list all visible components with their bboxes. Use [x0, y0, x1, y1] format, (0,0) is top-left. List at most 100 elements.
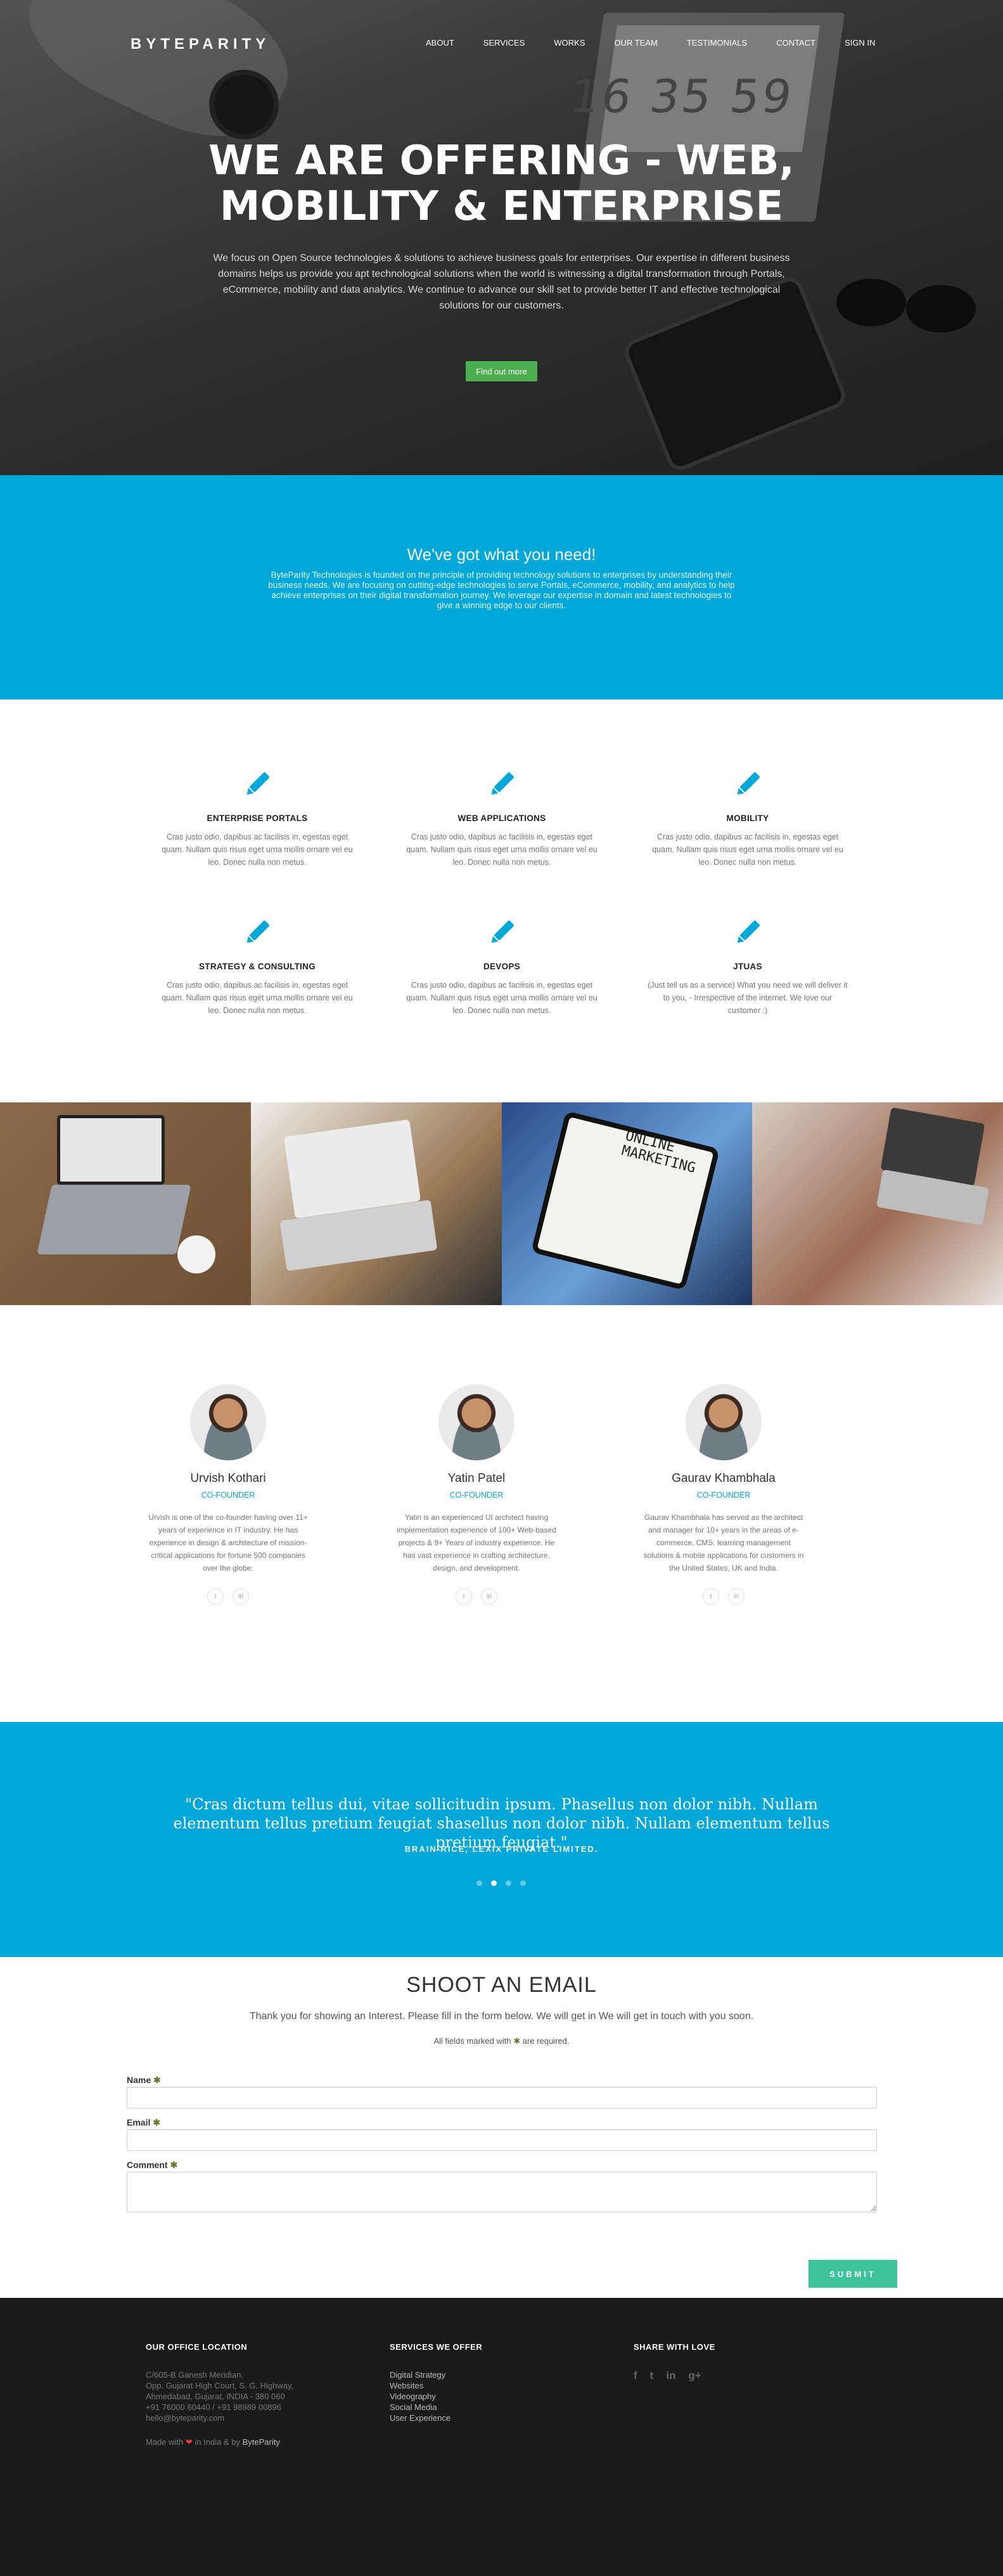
- laptop-keyboard-shape: [37, 1185, 191, 1254]
- service-item: STRATEGY & CONSULTING Cras justo odio, d…: [156, 917, 359, 1017]
- member-name: Gaurav Khambhala: [672, 1472, 776, 1485]
- pencil-icon: [246, 772, 269, 795]
- slide-dot-2[interactable]: [491, 1880, 497, 1886]
- slide-dot-4[interactable]: [520, 1880, 526, 1886]
- pencil-icon: [246, 921, 269, 943]
- nav-link-works[interactable]: WORKS: [554, 38, 585, 48]
- email-label: Email ✱: [127, 2117, 160, 2128]
- heart-icon: ❤: [185, 2437, 193, 2447]
- member-name: Urvish Kothari: [190, 1472, 266, 1485]
- twitter-icon[interactable]: t: [650, 2369, 654, 2382]
- service-title: DEVOPS: [483, 962, 521, 971]
- nav-link-services[interactable]: SERVICES: [483, 38, 525, 48]
- contact-section: SHOOT AN EMAIL Thank you for showing an …: [0, 1957, 1003, 2299]
- site-logo[interactable]: BYTEPARITY: [131, 35, 270, 53]
- twitter-icon[interactable]: t: [456, 1588, 472, 1605]
- member-bio: Gaurav Khambhala has served as the archi…: [643, 1513, 804, 1572]
- about-title: We've got what you need!: [407, 545, 596, 564]
- service-text: Cras justo odio, dapibus ac facilisis in…: [652, 832, 843, 867]
- service-text: Cras justo odio, dapibus ac facilisis in…: [162, 832, 353, 867]
- service-item: JTUAS (Just tell us as a service) What y…: [646, 917, 849, 1017]
- twitter-icon[interactable]: t: [207, 1588, 224, 1605]
- work-photo-laptop-desk[interactable]: [0, 1102, 251, 1305]
- name-field[interactable]: [127, 2087, 877, 2108]
- linkedin-icon[interactable]: in: [728, 1588, 744, 1605]
- pencil-icon: [491, 921, 514, 943]
- service-title: WEB APPLICATIONS: [457, 813, 546, 823]
- nav-link-about[interactable]: ABOUT: [426, 38, 454, 48]
- footer-service-link[interactable]: User Experience: [390, 2413, 482, 2423]
- laptop-screen-shape: [57, 1115, 165, 1185]
- slide-dot-3[interactable]: [506, 1880, 511, 1886]
- avatar: [438, 1384, 514, 1460]
- about-section: We've got what you need! ByteParity Tech…: [0, 475, 1003, 699]
- brand-link[interactable]: ByteParity: [243, 2437, 280, 2447]
- facebook-icon[interactable]: f: [634, 2369, 637, 2382]
- find-out-more-button[interactable]: Find out more: [466, 361, 537, 381]
- office-title: OUR OFFICE LOCATION: [146, 2342, 248, 2352]
- nav-link-sign-in[interactable]: SIGN IN: [845, 38, 875, 48]
- coffee-cup-shape: [177, 1235, 215, 1273]
- service-item: DEVOPS Cras justo odio, dapibus ac facil…: [400, 917, 603, 1017]
- work-photo-woman-laptop[interactable]: [752, 1102, 1003, 1305]
- required-star-icon: ✱: [153, 2075, 161, 2085]
- work-photo-online-marketing[interactable]: ONLINE MARKETING: [501, 1102, 753, 1305]
- works-photo-strip: ONLINE MARKETING: [0, 1102, 1003, 1305]
- share-icons: f t in g+: [634, 2369, 715, 2382]
- team-member: Urvish Kothari CO-FOUNDER Urvish is one …: [146, 1384, 310, 1605]
- services-title: SERVICES WE OFFER: [390, 2342, 483, 2352]
- member-socials: t in: [641, 1588, 806, 1605]
- footer-service-link[interactable]: Digital Strategy: [390, 2369, 482, 2380]
- member-role: CO-FOUNDER: [449, 1491, 504, 1500]
- footer-service-link[interactable]: Videography: [390, 2391, 482, 2402]
- member-role: CO-FOUNDER: [696, 1491, 751, 1500]
- required-star-icon: ✱: [170, 2160, 178, 2170]
- pencil-icon: [737, 772, 760, 795]
- comment-field[interactable]: [127, 2172, 877, 2212]
- required-star-icon: ✱: [513, 2036, 521, 2046]
- required-note-prefix: All fields marked with: [433, 2036, 511, 2046]
- required-star-icon: ✱: [153, 2117, 160, 2127]
- service-title: MOBILITY: [726, 813, 769, 823]
- nav-link-contact[interactable]: CONTACT: [776, 38, 815, 48]
- address-line: Opp. Gujarat High Court, S. G. Highway,: [146, 2381, 294, 2390]
- linkedin-icon[interactable]: in: [233, 1588, 249, 1605]
- member-socials: t in: [394, 1588, 559, 1605]
- share-column: SHARE WITH LOVE f t in g+: [634, 2342, 715, 2382]
- footer-service-link[interactable]: Websites: [390, 2380, 482, 2391]
- service-title: JTUAS: [733, 962, 762, 971]
- pencil-icon: [737, 921, 760, 943]
- email-field[interactable]: [127, 2129, 877, 2151]
- address-line: Ahmedabad, Gujarat, INDIA - 380 060: [146, 2392, 285, 2401]
- service-item: WEB APPLICATIONS Cras justo odio, dapibu…: [400, 769, 603, 869]
- member-name: Yatin Patel: [447, 1472, 506, 1485]
- nav-link-our-team[interactable]: OUR TEAM: [614, 38, 657, 48]
- twitter-icon[interactable]: t: [703, 1588, 719, 1605]
- service-title: ENTERPRISE PORTALS: [207, 813, 308, 823]
- share-title: SHARE WITH LOVE: [634, 2342, 715, 2352]
- hero-section: 16 35 59 BYTEPARITY ABOUT SERVICES WORKS…: [0, 0, 1003, 475]
- linkedin-icon[interactable]: in: [481, 1588, 497, 1605]
- footer-service-link[interactable]: Social Media: [390, 2402, 482, 2413]
- pencil-icon: [491, 772, 514, 795]
- contact-subtitle: Thank you for showing an Interest. Pleas…: [249, 2011, 754, 2022]
- phone-line: +91 76000 60440 / +91 98989 00896: [146, 2402, 281, 2412]
- linkedin-icon[interactable]: in: [666, 2369, 675, 2382]
- email-link[interactable]: hello@byteparity.com: [146, 2413, 293, 2423]
- email-label-text: Email: [127, 2117, 151, 2127]
- nav-link-testimonials[interactable]: TESTIMONIALS: [687, 38, 747, 48]
- required-note: All fields marked with ✱ are required.: [0, 2036, 1003, 2046]
- office-location-column: OUR OFFICE LOCATION C/605-B Ganesh Merid…: [146, 2342, 293, 2447]
- slide-dot-1[interactable]: [476, 1880, 482, 1886]
- service-item: ENTERPRISE PORTALS Cras justo odio, dapi…: [156, 769, 359, 869]
- address-line: C/605-B Ganesh Meridian,: [146, 2370, 243, 2380]
- work-photo-typing[interactable]: [250, 1102, 502, 1305]
- google-plus-icon[interactable]: g+: [688, 2369, 701, 2382]
- hero-description: We focus on Open Source technologies & s…: [213, 253, 790, 311]
- name-label: Name ✱: [127, 2075, 161, 2086]
- submit-button[interactable]: SUBMIT: [808, 2260, 897, 2288]
- services-column: SERVICES WE OFFER Digital Strategy Websi…: [390, 2342, 482, 2423]
- member-role: CO-FOUNDER: [201, 1491, 255, 1500]
- avatar: [190, 1384, 266, 1460]
- service-text: Cras justo odio, dapibus ac facilisis in…: [406, 981, 597, 1015]
